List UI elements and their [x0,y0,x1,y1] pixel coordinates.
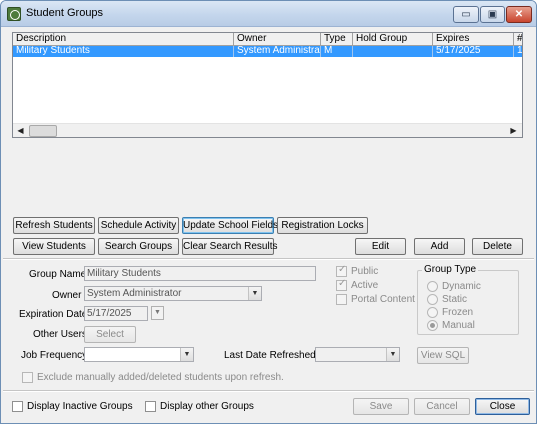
update-school-fields-button[interactable]: Update School Fields [182,217,278,234]
edit-button[interactable]: Edit [355,238,406,255]
horizontal-scrollbar[interactable]: ◀ ▶ [13,123,522,137]
column-header-type[interactable]: Type [321,33,353,46]
select-button[interactable]: Select [84,326,136,343]
group-name-label: Group Name [29,269,87,280]
section-divider [3,258,534,260]
app-icon [7,7,21,21]
other-users-label: Other Users [33,329,87,340]
radio-static[interactable] [427,294,438,305]
display-inactive-label: Display Inactive Groups [27,401,133,412]
radio-manual-label: Manual [442,320,475,331]
owner-value: System Administrator [87,288,182,299]
registration-locks-button[interactable]: Registration Locks [277,217,368,234]
view-students-button[interactable]: View Students [13,238,95,255]
exclude-manual-label: Exclude manually added/deleted students … [37,372,284,383]
column-header-owner[interactable]: Owner [234,33,321,46]
clear-search-results-button[interactable]: Clear Search Results [182,238,277,255]
portal-content-label: Portal Content [351,294,415,305]
maximize-button[interactable]: ▣ [480,6,505,23]
search-groups-button[interactable]: Search Groups [98,238,179,255]
column-header-count[interactable]: # [514,33,522,46]
table-row[interactable]: Military Students System Administrator M… [13,46,522,57]
minimize-button[interactable]: ▭ [453,6,479,23]
view-sql-button[interactable]: View SQL [417,347,469,364]
radio-frozen-label: Frozen [442,307,474,318]
radio-dynamic-label: Dynamic [442,281,481,292]
calendar-dropdown-icon[interactable]: ▼ [386,348,399,361]
public-checkbox[interactable] [336,264,347,277]
add-button[interactable]: Add [414,238,465,255]
groups-grid[interactable]: Description Owner Type Hold Group Expire… [12,32,523,138]
cell-type: M [321,46,353,57]
active-label: Active [351,280,379,291]
scroll-thumb[interactable] [29,125,57,137]
close-window-button[interactable]: ✕ [506,6,532,23]
calendar-dropdown-icon[interactable]: ▼ [151,306,164,320]
job-frequency-label: Job Frequency [21,350,88,361]
cell-owner: System Administrator [234,46,321,57]
student-groups-window: Student Groups ▭ ▣ ✕ Description Owner T… [0,0,537,424]
footer-divider [3,390,534,392]
active-checkbox[interactable] [336,278,347,291]
expiration-date-field[interactable]: 5/17/2025 [84,306,148,321]
title-bar[interactable]: Student Groups ▭ ▣ ✕ [1,1,536,27]
display-other-label: Display other Groups [160,401,254,412]
portal-content-checkbox[interactable] [336,294,347,305]
group-name-field[interactable]: Military Students [84,266,316,281]
radio-manual[interactable] [427,320,438,331]
chevron-down-icon[interactable]: ▼ [248,287,261,300]
owner-label: Owner [52,290,82,301]
last-date-refreshed-field[interactable]: ▼ [315,347,400,362]
schedule-activity-button[interactable]: Schedule Activity [98,217,179,234]
owner-select[interactable]: System Administrator ▼ [84,286,262,301]
expiration-date-label: Expiration Date [19,309,88,320]
cell-count: 1 [514,46,522,57]
cell-expires: 5/17/2025 [433,46,514,57]
group-type-title: Group Type [422,264,479,275]
job-frequency-select[interactable]: ▼ [84,347,194,362]
cell-description: Military Students [13,46,234,57]
scroll-right-icon[interactable]: ▶ [507,125,520,137]
public-label: Public [351,266,379,277]
radio-frozen[interactable] [427,307,438,318]
display-other-checkbox[interactable] [145,401,156,412]
radio-static-label: Static [442,294,468,305]
column-header-description[interactable]: Description [13,33,234,46]
column-header-hold-group[interactable]: Hold Group [353,33,433,46]
display-inactive-checkbox[interactable] [12,401,23,412]
scroll-left-icon[interactable]: ◀ [14,125,27,137]
window-title: Student Groups [26,7,104,19]
close-button[interactable]: Close [475,398,530,415]
column-header-expires[interactable]: Expires [433,33,514,46]
refresh-students-button[interactable]: Refresh Students [13,217,95,234]
cancel-button[interactable]: Cancel [414,398,470,415]
save-button[interactable]: Save [353,398,409,415]
radio-dynamic[interactable] [427,281,438,292]
delete-button[interactable]: Delete [472,238,523,255]
cell-hold-group [353,46,433,57]
chevron-down-icon[interactable]: ▼ [180,348,193,361]
last-date-refreshed-label: Last Date Refreshed [224,350,316,361]
exclude-manual-checkbox[interactable] [22,372,33,383]
